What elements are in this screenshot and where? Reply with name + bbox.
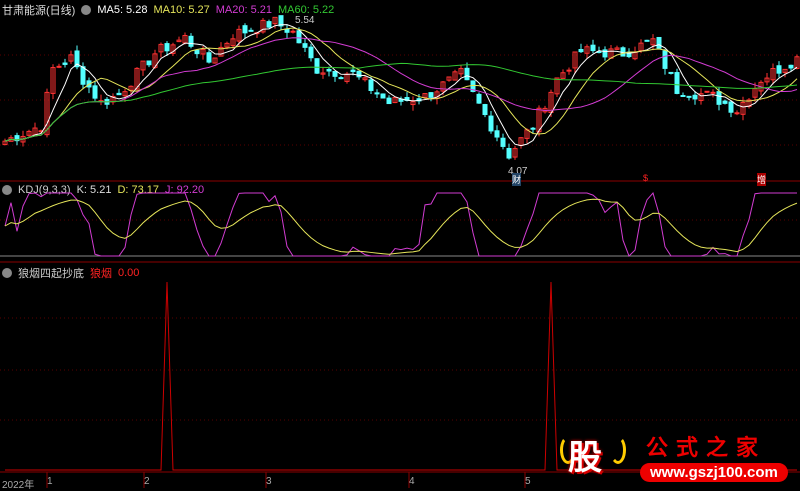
x-label-month: 4 xyxy=(409,476,415,487)
candle xyxy=(482,104,488,116)
candle xyxy=(356,70,362,78)
candle xyxy=(488,115,494,132)
candle xyxy=(722,100,728,104)
candle xyxy=(368,79,374,91)
candle xyxy=(578,49,584,53)
candle xyxy=(92,85,98,99)
candle xyxy=(428,92,434,98)
candle xyxy=(302,43,308,48)
candle xyxy=(332,70,338,77)
candle xyxy=(494,130,500,138)
candle xyxy=(674,72,680,94)
x-label-month: 5 xyxy=(525,476,531,487)
candle xyxy=(308,46,314,59)
candle xyxy=(680,94,686,97)
x-label-month: 1 xyxy=(47,476,53,487)
logo-char: 股 xyxy=(568,439,602,477)
marker-dollar[interactable]: $ xyxy=(643,173,648,183)
candle xyxy=(500,137,506,147)
candle xyxy=(386,97,392,105)
candle xyxy=(668,71,674,74)
candle xyxy=(464,67,470,81)
candle xyxy=(530,127,536,130)
candle xyxy=(686,95,692,98)
candle xyxy=(326,68,332,72)
candle xyxy=(290,30,296,33)
watermark-logo: 股 公式之家 www.gszj100.com xyxy=(560,430,800,485)
candle xyxy=(644,39,650,42)
x-label-month: 3 xyxy=(266,476,272,487)
kdj-d-line xyxy=(4,198,798,255)
candle xyxy=(188,35,194,47)
candle xyxy=(194,49,200,55)
candle xyxy=(566,69,572,72)
x-label-year: 2022年 xyxy=(2,480,35,491)
kdj-j-line xyxy=(4,191,797,257)
candle xyxy=(206,52,212,63)
candle xyxy=(704,90,710,93)
logo-url: www.gszj100.com xyxy=(640,463,788,482)
candle xyxy=(590,44,596,52)
candle xyxy=(656,36,662,49)
candle xyxy=(338,77,344,80)
high-label: 5.54 xyxy=(295,15,315,26)
candle xyxy=(80,66,86,85)
candle xyxy=(248,29,254,32)
candle xyxy=(710,91,716,94)
candle xyxy=(116,92,122,96)
candle xyxy=(506,147,512,159)
candle xyxy=(62,62,68,65)
candle xyxy=(380,93,386,99)
candle xyxy=(776,65,782,74)
candle xyxy=(692,94,698,100)
candle xyxy=(296,30,302,44)
marker-finance[interactable]: 财 xyxy=(512,173,522,186)
candle xyxy=(788,64,794,69)
marker-increase[interactable]: 增 xyxy=(757,173,767,186)
chart-canvas[interactable] xyxy=(0,0,800,488)
candle xyxy=(350,69,356,73)
candle xyxy=(728,101,734,113)
candle xyxy=(314,58,320,74)
candle xyxy=(734,112,740,115)
logo-site: 公式之家 xyxy=(646,435,767,460)
candle xyxy=(56,65,62,68)
candle xyxy=(716,91,722,105)
candle xyxy=(266,21,272,28)
candle xyxy=(662,50,668,69)
candle xyxy=(374,92,380,95)
x-label-month: 2 xyxy=(144,476,150,487)
candle xyxy=(164,43,170,52)
candle xyxy=(146,60,152,66)
candle xyxy=(476,93,482,104)
candle xyxy=(242,25,248,34)
